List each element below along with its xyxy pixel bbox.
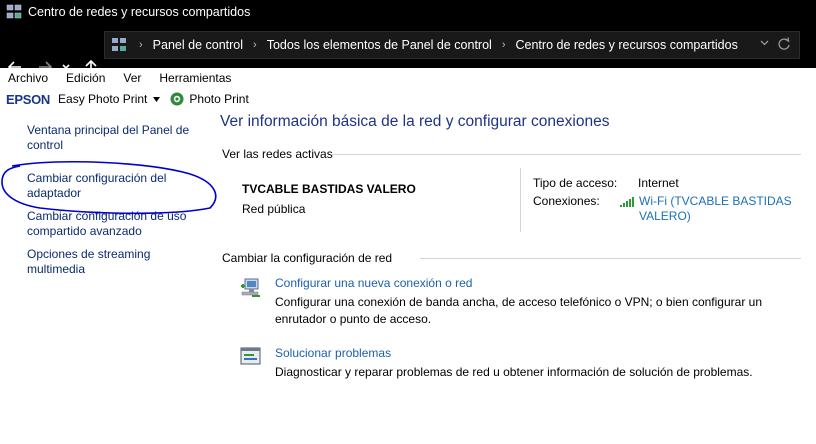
wifi-signal-icon bbox=[620, 197, 634, 207]
setup-new-connection-description: Configurar una conexión de banda ancha, … bbox=[275, 295, 762, 326]
menu-edit[interactable]: Edición bbox=[66, 71, 105, 85]
epson-logo: EPSON bbox=[6, 91, 51, 107]
hand-drawn-circle-annotation bbox=[1, 161, 217, 215]
change-settings-label: Cambiar la configuración de red bbox=[222, 251, 393, 265]
breadcrumb-root-separator[interactable]: › bbox=[135, 39, 153, 51]
chevron-down-icon bbox=[760, 40, 769, 46]
caret-down-icon bbox=[153, 96, 161, 102]
main-pane: Ver información básica de la red y confi… bbox=[220, 108, 816, 444]
new-connection-icon bbox=[241, 278, 260, 297]
chevron-right-icon: › bbox=[501, 39, 506, 51]
troubleshoot-icon bbox=[240, 347, 261, 365]
breadcrumb-all-items[interactable]: Todos los elementos de Panel de control › bbox=[267, 38, 516, 52]
control-panel-icon bbox=[112, 38, 126, 51]
photo-print-icon bbox=[170, 92, 184, 106]
divider bbox=[420, 258, 801, 259]
wifi-connection-label: Wi-Fi (TVCABLE BASTIDAS VALERO) bbox=[639, 194, 792, 223]
sidebar-item-media-streaming[interactable]: Opciones de streaming multimedia bbox=[27, 247, 202, 277]
network-category[interactable]: Red pública bbox=[242, 202, 305, 216]
breadcrumb-network-center[interactable]: Centro de redes y recursos compartidos bbox=[516, 38, 738, 52]
easy-photo-print-button[interactable]: Easy Photo Print bbox=[58, 92, 161, 106]
sidebar-item-control-panel-home[interactable]: Ventana principal del Panel de control bbox=[27, 123, 202, 153]
setup-new-connection-link[interactable]: Configurar una nueva conexión o red bbox=[275, 276, 472, 290]
address-dropdown-button[interactable] bbox=[760, 38, 769, 49]
breadcrumb-label: Centro de redes y recursos compartidos bbox=[515, 38, 738, 52]
chevron-right-icon: › bbox=[139, 39, 143, 51]
breadcrumb-label: Panel de control bbox=[152, 38, 244, 52]
refresh-button[interactable] bbox=[777, 37, 791, 54]
connections-label: Conexiones: bbox=[533, 194, 600, 208]
troubleshoot-link[interactable]: Solucionar problemas bbox=[275, 346, 391, 360]
access-type-label: Tipo de acceso: bbox=[533, 176, 618, 190]
divider bbox=[332, 154, 801, 155]
chevron-right-icon: › bbox=[253, 39, 257, 51]
breadcrumb-control-panel[interactable]: Panel de control › bbox=[153, 38, 267, 52]
vertical-divider bbox=[520, 168, 521, 232]
menu-tools[interactable]: Herramientas bbox=[159, 71, 231, 85]
menu-view[interactable]: Ver bbox=[123, 71, 141, 85]
menu-file[interactable]: Archivo bbox=[8, 71, 48, 85]
page-title: Ver información básica de la red y confi… bbox=[220, 113, 610, 130]
network-name: TVCABLE BASTIDAS VALERO bbox=[242, 182, 416, 196]
active-networks-label: Ver las redes activas bbox=[222, 147, 333, 161]
access-type-value: Internet bbox=[638, 176, 679, 190]
epson-toolbar: EPSON Easy Photo Print Photo Print bbox=[0, 89, 816, 109]
address-bar[interactable]: › Panel de control › Todos los elementos … bbox=[104, 31, 800, 59]
network-center-icon bbox=[6, 4, 22, 19]
troubleshoot-description: Diagnosticar y reparar problemas de red … bbox=[275, 365, 753, 379]
menu-bar: Archivo Edición Ver Herramientas bbox=[0, 68, 816, 88]
easy-photo-print-label: Easy Photo Print bbox=[58, 92, 148, 106]
breadcrumb-label: Todos los elementos de Panel de control bbox=[266, 38, 492, 52]
title-bar: Centro de redes y recursos compartidos bbox=[0, 0, 816, 24]
refresh-icon bbox=[778, 37, 790, 50]
window-title: Centro de redes y recursos compartidos bbox=[28, 5, 251, 19]
wifi-connection-link[interactable]: Wi-Fi (TVCABLE BASTIDAS VALERO) bbox=[620, 194, 800, 224]
photo-print-button[interactable]: Photo Print bbox=[189, 92, 248, 106]
